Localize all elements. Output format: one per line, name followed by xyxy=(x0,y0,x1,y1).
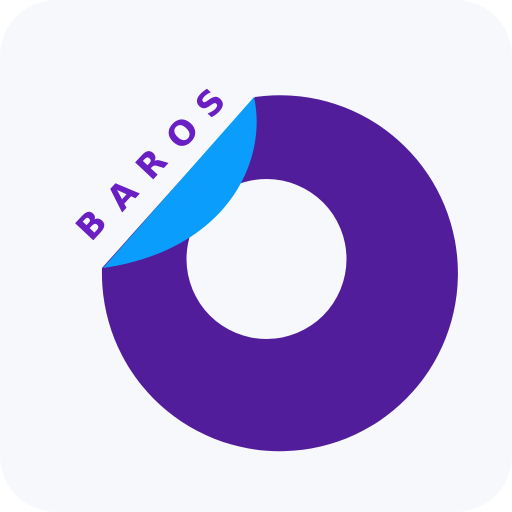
baros-logo-icon: B A R O S xyxy=(68,81,458,452)
brand-letter-b: B xyxy=(68,202,115,248)
ring-shape xyxy=(101,95,458,452)
brand-letter-a: A xyxy=(99,172,147,219)
brand-letter-r: R xyxy=(128,141,175,187)
app-icon-tile: B A R O S xyxy=(0,0,512,512)
brand-letter-s: S xyxy=(188,81,234,126)
brand-letter-o: O xyxy=(158,109,207,157)
